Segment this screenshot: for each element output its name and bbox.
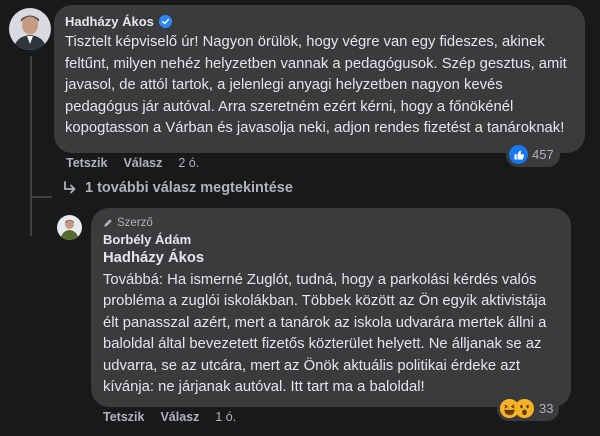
avatar[interactable] <box>9 8 51 50</box>
reply-body: Továbbá: Ha ismerné Zuglót, tudná, hogy … <box>103 271 547 396</box>
comment-text: Tisztelt képviselő úr! Nagyon örülök, ho… <box>65 34 567 136</box>
wow-icon <box>515 399 534 418</box>
reply-timestamp[interactable]: 1 ó. <box>215 410 236 424</box>
author-badge-label: Szerző <box>117 217 153 229</box>
comment-bubble: Hadházy Ákos Tisztelt képviselő úr! Nagy… <box>54 5 585 153</box>
view-more-replies-label: 1 további válasz megtekintése <box>85 180 293 196</box>
reply-avatar[interactable] <box>57 215 82 240</box>
reply-author[interactable]: Borbély Ádám <box>103 232 559 247</box>
pencil-icon <box>104 219 112 227</box>
verified-badge-icon <box>158 15 172 28</box>
thread-line-vertical <box>30 56 32 236</box>
like-button[interactable]: Tetszik <box>66 156 107 170</box>
reply-reply-button[interactable]: Válasz <box>160 410 199 424</box>
reply-bubble: Szerző Borbély Ádám Hadházy Ákos Továbbá… <box>91 208 571 407</box>
reply-like-button[interactable]: Tetszik <box>103 410 144 424</box>
comment-actions: Tetszik Válasz 2 ó. <box>66 156 199 170</box>
view-more-replies-link[interactable]: 1 további válasz megtekintése <box>62 180 293 196</box>
reply-actions: Tetszik Válasz 1 ó. <box>103 410 236 424</box>
like-icon <box>509 145 528 164</box>
reply-reaction-summary[interactable]: 33 <box>497 396 560 421</box>
mention-link[interactable]: Hadházy Ákos <box>103 248 559 270</box>
avatar-photo <box>9 8 51 50</box>
reply-button[interactable]: Válasz <box>123 156 162 170</box>
reply-reaction-count: 33 <box>539 401 554 416</box>
author-badge: Szerző <box>103 217 559 229</box>
reply-text: Hadházy Ákos Továbbá: Ha ismerné Zuglót,… <box>103 248 559 399</box>
comment-timestamp[interactable]: 2 ó. <box>178 156 199 170</box>
reaction-count: 457 <box>532 147 554 162</box>
thread-line-branch <box>30 196 52 198</box>
reply-arrow-icon <box>64 181 76 194</box>
comment-author[interactable]: Hadházy Ákos <box>65 14 154 29</box>
reply-avatar-photo <box>57 215 82 240</box>
reaction-summary[interactable]: 457 <box>506 142 560 167</box>
